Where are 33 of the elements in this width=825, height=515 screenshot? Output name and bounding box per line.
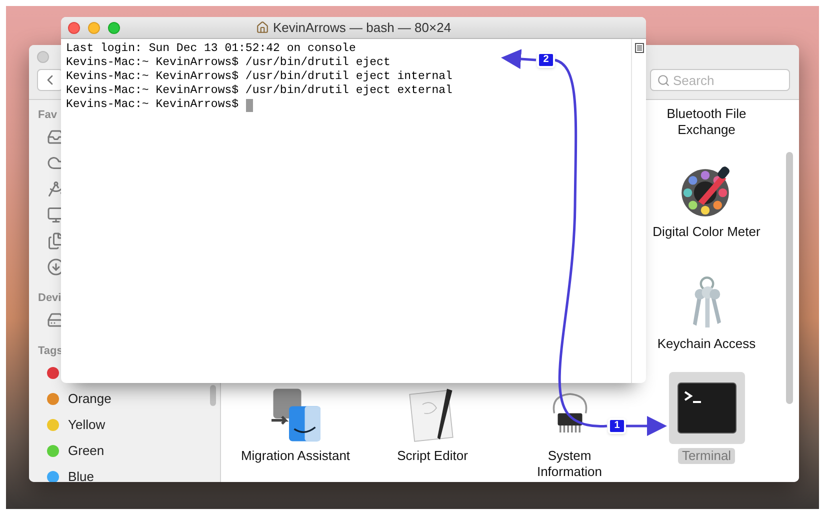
window-title: KevinArrows — bash — 80×24: [272, 18, 452, 37]
terminal-line: Kevins-Mac:~ KevinArrows$ /usr/bin/drutil eject: [66, 56, 390, 70]
pointer-arrow: [501, 49, 536, 69]
sidebar-item[interactable]: Yellow: [68, 415, 106, 435]
search-field[interactable]: Search: [650, 69, 790, 91]
pointer-arrow: [626, 416, 667, 436]
terminal-icon: [676, 382, 736, 434]
step-badge: 2: [537, 52, 555, 68]
app-label[interactable]: Keychain Access: [653, 336, 760, 352]
step-badge: 1: [608, 418, 626, 434]
back-button[interactable]: [37, 69, 63, 91]
app-label[interactable]: Script Editor: [393, 448, 472, 464]
sidebar-item[interactable]: Orange: [68, 389, 112, 409]
search-icon: [657, 74, 670, 87]
terminal-line: Kevins-Mac:~ KevinArrows$: [66, 98, 239, 112]
split-pane-icon[interactable]: [634, 43, 644, 53]
scrollbar-thumb[interactable]: [210, 385, 216, 406]
app-label[interactable]: Digital Color Meter: [648, 224, 764, 240]
sidebar-item[interactable]: Green: [68, 441, 104, 461]
scrollbar-thumb[interactable]: [786, 152, 793, 404]
close-button[interactable]: [68, 22, 80, 34]
terminal-line: Kevins-Mac:~ KevinArrows$ /usr/bin/drutil eject external: [66, 84, 452, 98]
app-tile[interactable]: [668, 372, 744, 444]
terminal-line: Last login: Sun Dec 13 01:52:42 on console: [66, 42, 356, 56]
zoom-button[interactable]: [108, 22, 120, 34]
sidebar-header: Devi: [38, 291, 62, 306]
sidebar-item[interactable]: Blue: [68, 467, 94, 482]
app-label[interactable]: Migration Assistant: [236, 448, 354, 464]
sidebar-header: Fav: [38, 108, 57, 123]
home-icon: [256, 21, 269, 34]
app-label[interactable]: Bluetooth File Exchange: [648, 106, 766, 138]
app-label[interactable]: System Information: [510, 448, 628, 480]
terminal-line: Kevins-Mac:~ KevinArrows$ /usr/bin/drutil eject internal: [66, 70, 452, 84]
